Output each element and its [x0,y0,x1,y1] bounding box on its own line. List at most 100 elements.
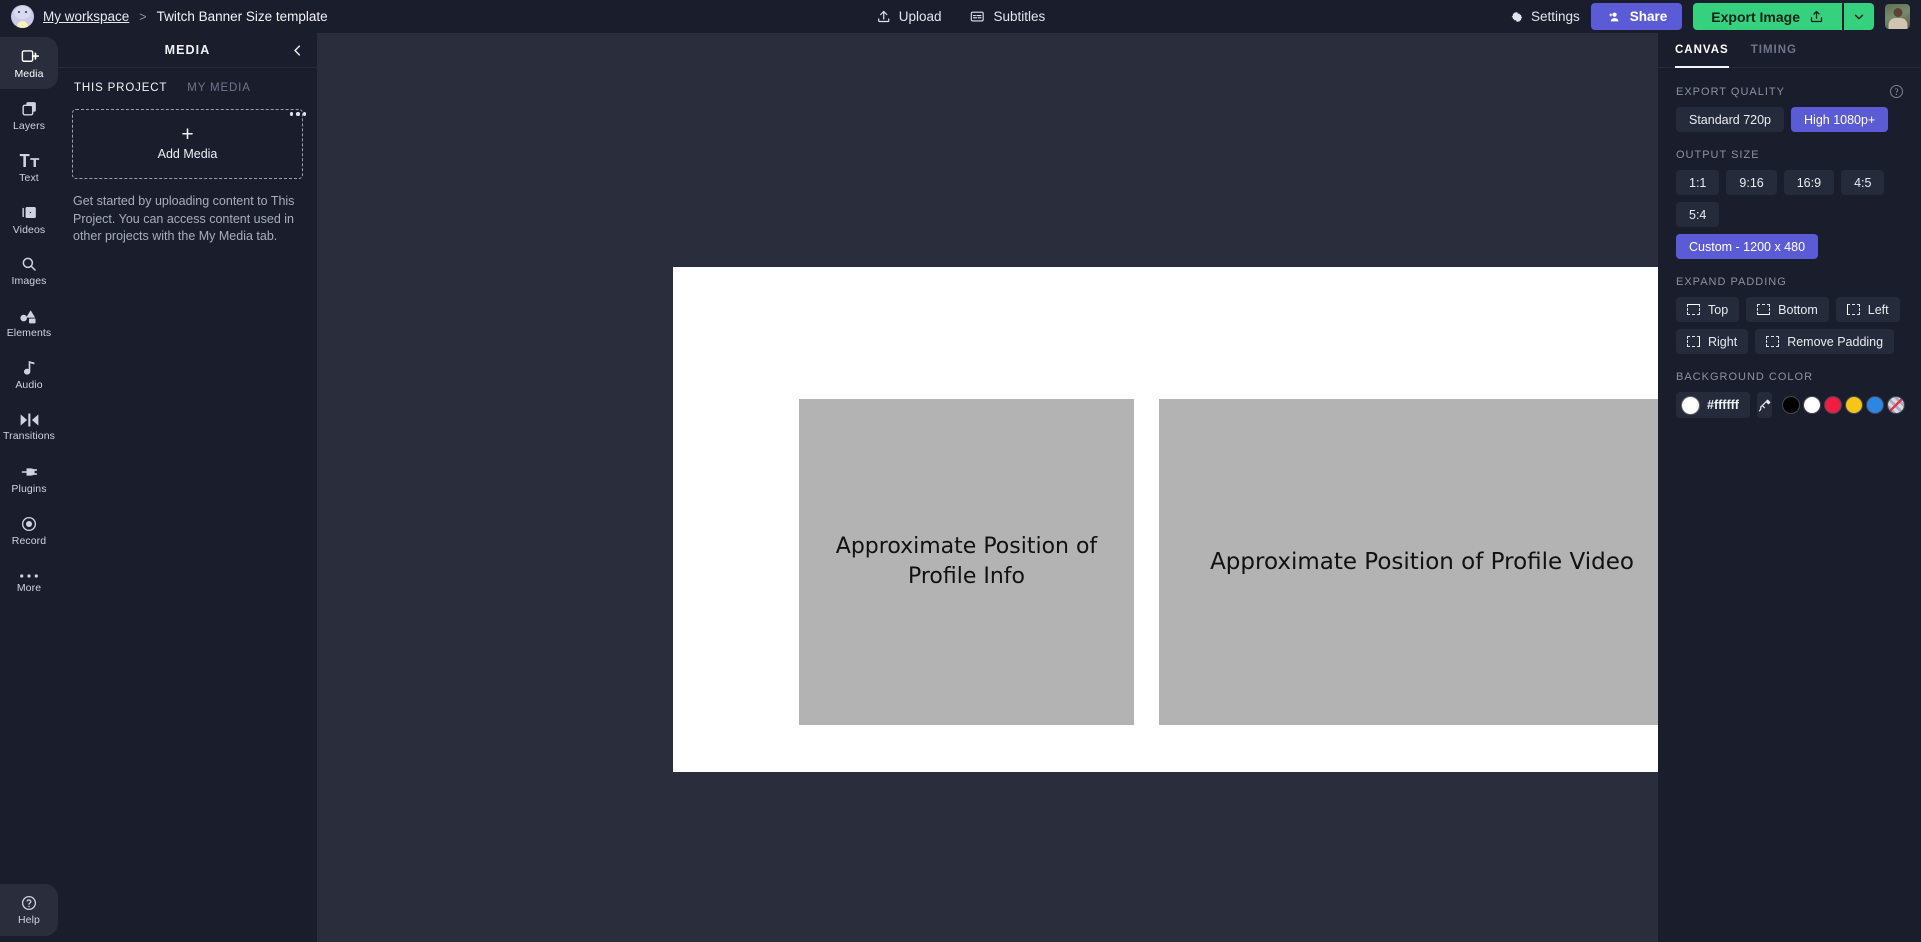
sidebar-item-label: Record [12,536,46,547]
padding-top-button[interactable]: Top [1676,297,1739,322]
expand-padding-options: Top Bottom Left Right [1676,297,1903,354]
padding-bottom-button[interactable]: Bottom [1746,297,1829,322]
padding-top-label: Top [1708,303,1728,317]
ratio-custom[interactable]: Custom - 1200 x 480 [1676,234,1818,259]
swatch-transparent[interactable] [1888,397,1904,413]
sidebar-item-elements[interactable]: Elements [0,297,58,349]
text-tt-icon [19,151,40,170]
output-size-section: OUTPUT SIZE 1:1 9:16 16:9 4:5 5:4 Custom… [1658,132,1921,259]
canvas-stage[interactable]: Approximate Position of Profile Info App… [317,33,1658,942]
sidebar-item-label: Text [19,173,39,184]
ratio-4-5[interactable]: 4:5 [1841,170,1884,195]
sidebar-item-layers[interactable]: Layers [0,89,58,141]
media-panel-overflow-button[interactable] [290,112,307,116]
sidebar-item-record[interactable]: Record [0,505,58,557]
breadcrumb: My workspace > Twitch Banner Size templa… [0,5,328,28]
question-circle-icon [20,894,38,912]
profile-info-placeholder[interactable]: Approximate Position of Profile Info [799,399,1134,725]
swatch-white[interactable] [1804,397,1820,413]
color-swatch-row [1783,397,1904,413]
sidebar-item-audio[interactable]: Audio [0,349,58,401]
gear-icon [1510,10,1524,24]
add-person-icon [1606,10,1622,24]
background-color-value-button[interactable]: #ffffff [1676,392,1750,418]
sidebar-item-label: Audio [15,380,42,391]
share-label: Share [1630,9,1668,24]
export-quality-header: EXPORT QUALITY ? [1676,85,1903,98]
add-media-dropzone[interactable]: + Add Media [72,109,303,179]
subtitles-label: Subtitles [994,9,1046,24]
upload-button[interactable]: Upload [876,9,942,24]
sidebar-item-videos[interactable]: Videos [0,193,58,245]
swatch-yellow[interactable] [1846,397,1862,413]
sidebar-item-text[interactable]: Text [0,141,58,193]
sidebar-item-images[interactable]: Images [0,245,58,297]
export-quality-options: Standard 720p High 1080p+ [1676,107,1903,132]
settings-button[interactable]: Settings [1510,9,1580,24]
record-dot-icon [20,515,38,533]
swatch-black[interactable] [1783,397,1799,413]
sidebar-item-media[interactable]: Media [0,37,58,89]
ratio-16-9[interactable]: 16:9 [1784,170,1834,195]
left-tool-rail: Media Layers Text [0,33,58,942]
media-add-icon [20,47,39,66]
profile-info-placeholder-text: Approximate Position of Profile Info [799,532,1134,592]
sidebar-item-plugins[interactable]: Plugins [0,453,58,505]
pad-left-icon [1847,304,1860,315]
background-color-controls: #ffffff [1676,392,1903,418]
question-circle-icon[interactable]: ? [1890,85,1903,98]
share-button[interactable]: Share [1591,3,1683,30]
eyedropper-button[interactable] [1757,392,1772,418]
tab-timing[interactable]: TIMING [1751,33,1797,68]
pad-top-icon [1687,304,1700,315]
quality-standard-720p[interactable]: Standard 720p [1676,107,1784,132]
swatch-red[interactable] [1825,397,1841,413]
padding-right-button[interactable]: Right [1676,329,1748,354]
expand-padding-title: EXPAND PADDING [1676,276,1787,288]
sidebar-item-help[interactable]: Help [0,884,58,936]
editor-body: Media Layers Text [0,33,1921,942]
output-size-header: OUTPUT SIZE [1676,149,1903,161]
workspace-link[interactable]: My workspace [43,9,129,24]
output-size-custom-row: Custom - 1200 x 480 [1676,227,1903,259]
media-panel-tabs: THIS PROJECT MY MEDIA [58,68,317,94]
ratio-5-4[interactable]: 5:4 [1676,202,1719,227]
profile-video-placeholder-text: Approximate Position of Profile Video [1202,547,1642,578]
tab-canvas[interactable]: CANVAS [1675,33,1729,68]
export-options-caret[interactable] [1844,3,1874,30]
project-title[interactable]: Twitch Banner Size template [157,9,328,24]
quality-high-1080p[interactable]: High 1080p+ [1791,107,1888,132]
top-bar: My workspace > Twitch Banner Size templa… [0,0,1921,33]
breadcrumb-separator: > [138,10,147,24]
sidebar-item-more[interactable]: More [0,557,58,609]
tab-this-project[interactable]: THIS PROJECT [74,82,167,94]
sidebar-item-label: Plugins [11,484,46,495]
ratio-1-1[interactable]: 1:1 [1676,170,1719,195]
tab-my-media[interactable]: MY MEDIA [187,82,250,94]
plug-icon [19,463,39,481]
sidebar-item-label: More [17,583,41,594]
user-avatar[interactable] [1885,4,1910,29]
pad-right-icon [1687,336,1700,347]
sidebar-item-label: Images [11,276,46,287]
remove-padding-button[interactable]: Remove Padding [1755,329,1894,354]
swatch-blue[interactable] [1867,397,1883,413]
upload-icon [876,9,891,24]
top-bar-center-actions: Upload Subtitles [876,9,1046,24]
sidebar-item-label: Layers [13,121,45,132]
layers-icon [20,99,39,118]
media-panel-hint: Get started by uploading content to This… [73,193,302,246]
background-color-hex: #ffffff [1707,398,1739,412]
sidebar-item-label: Videos [13,225,46,236]
export-image-button[interactable]: Export Image [1693,3,1842,30]
sidebar-item-transitions[interactable]: Transitions [0,401,58,453]
share-out-icon [1809,9,1824,24]
subtitles-button[interactable]: Subtitles [970,9,1046,24]
padding-left-button[interactable]: Left [1836,297,1900,322]
upload-label: Upload [899,9,942,24]
profile-video-placeholder[interactable]: Approximate Position of Profile Video [1159,399,1685,725]
ratio-9-16[interactable]: 9:16 [1726,170,1776,195]
collapse-panel-button[interactable] [288,41,306,59]
transitions-icon [19,412,40,428]
plus-icon: + [181,127,193,143]
